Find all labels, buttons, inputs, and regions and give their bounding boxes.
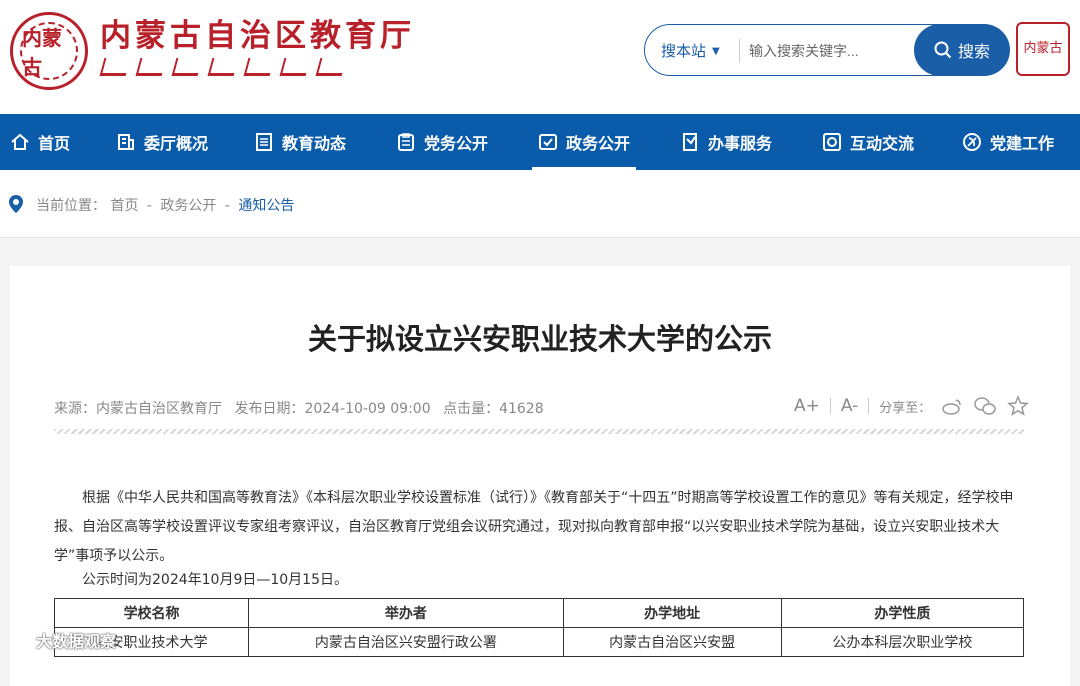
wechat-icon[interactable] [973,396,997,416]
building-icon [116,132,136,152]
breadcrumb-separator: - [146,198,152,214]
logo-text: 内蒙古 [20,22,78,80]
breadcrumb-home[interactable]: 首页 [110,198,138,214]
nav-item-overview[interactable]: 委厅概况 [116,114,208,170]
article-meta: 来源：内蒙古自治区教育厅 发布日期：2024-10-09 09:00 点击量：4… [54,398,552,418]
breadcrumb-separator: - [224,198,230,214]
share-label: 分享至： [879,400,932,416]
table-cell: 公办本科层次职业学校 [780,627,1025,657]
breadcrumb-current[interactable]: 通知公告 [238,198,294,214]
search-divider [739,39,740,63]
info-table: 学校名称 举办者 办学地址 办学性质 兴安职业技术大学 内蒙古自治区兴安盟行政公… [53,598,1025,657]
star-icon[interactable] [1007,395,1030,417]
table-cell: 内蒙古自治区兴安盟行政公署 [248,627,564,657]
stamp-logo[interactable]: 内蒙古 [1016,22,1070,76]
site-title: 内蒙古自治区教育厅 [100,18,415,54]
meta-divider [54,429,1024,434]
caret-down-icon: ▼ [712,46,720,57]
article-source: 来源：内蒙古自治区教育厅 [54,401,222,417]
table-row: 兴安职业技术大学 内蒙古自治区兴安盟行政公署 内蒙古自治区兴安盟 公办本科层次职… [53,627,1025,657]
list-icon [254,132,274,152]
party-emblem-icon [962,132,982,152]
breadcrumb: 当前位置： 首页 - 政务公开 - 通知公告 [0,170,1080,238]
article-tools: A+ A- 分享至： [794,392,1030,420]
font-increase-button[interactable]: A+ [794,396,820,416]
article-paragraph: 根据《中华人民共和国高等教育法》《本科层次职业学校设置标准（试行）》《教育部关于… [54,490,1014,564]
location-pin-icon [9,195,23,213]
table-header-cell: 举办者 [248,598,564,628]
breadcrumb-prefix: 当前位置： [36,198,106,214]
nav-item-government-affairs[interactable]: 政务公开 [531,114,637,170]
site-header: 内蒙古 内蒙古自治区教育厅 搜本站▼ 搜索 内蒙古 [0,0,1080,114]
clipboard-icon [396,132,416,152]
article-publish-date: 发布日期：2024-10-09 09:00 [234,401,431,417]
article-views: 点击量：41628 [443,401,544,417]
article-title: 关于拟设立兴安职业技术大学的公示 [307,322,772,356]
search-input[interactable] [749,35,909,67]
nav-item-party-building[interactable]: 党建工作 [962,114,1054,170]
table-header-cell: 学校名称 [53,598,250,628]
table-cell: 内蒙古自治区兴安盟 [562,627,782,657]
article-card: 关于拟设立兴安职业技术大学的公示 来源：内蒙古自治区教育厅 发布日期：2024-… [10,266,1070,686]
nav-item-news[interactable]: 教育动态 [254,114,346,170]
edit-doc-icon [680,132,700,152]
nav-item-services[interactable]: 办事服务 [680,114,772,170]
weibo-icon [11,636,29,648]
home-icon [10,132,30,152]
table-header-cell: 办学性质 [780,598,1025,628]
tool-divider [829,398,831,414]
watermark: 大数据观察 [10,628,116,652]
table-header-cell: 办学地址 [562,598,782,628]
article-paragraph: 公示时间为2024年10月9日—10月15日。 [82,572,348,588]
search-button[interactable]: 搜索 [914,24,1010,76]
nav-item-interaction[interactable]: 互动交流 [822,114,914,170]
search-box: 搜本站▼ 搜索 [644,24,1010,76]
main-nav: 首页 委厅概况 教育动态 党务公开 政务公开 办事服务 互动交流 党建工作 [0,114,1080,170]
font-decrease-button[interactable]: A- [841,396,858,416]
check-board-icon [538,132,558,152]
search-scope-select[interactable]: 搜本站 ▼ [661,40,720,61]
mongolian-script-title [99,58,392,80]
nav-item-home[interactable]: 首页 [10,114,70,170]
table-header-row: 学校名称 举办者 办学地址 办学性质 [53,598,1025,628]
chat-icon [822,132,842,152]
breadcrumb-government-affairs[interactable]: 政务公开 [160,198,216,214]
site-logo[interactable]: 内蒙古 [10,12,88,90]
search-icon [934,41,952,59]
tool-divider [868,398,870,414]
nav-item-party-affairs[interactable]: 党务公开 [396,114,488,170]
weibo-icon[interactable] [941,396,963,416]
